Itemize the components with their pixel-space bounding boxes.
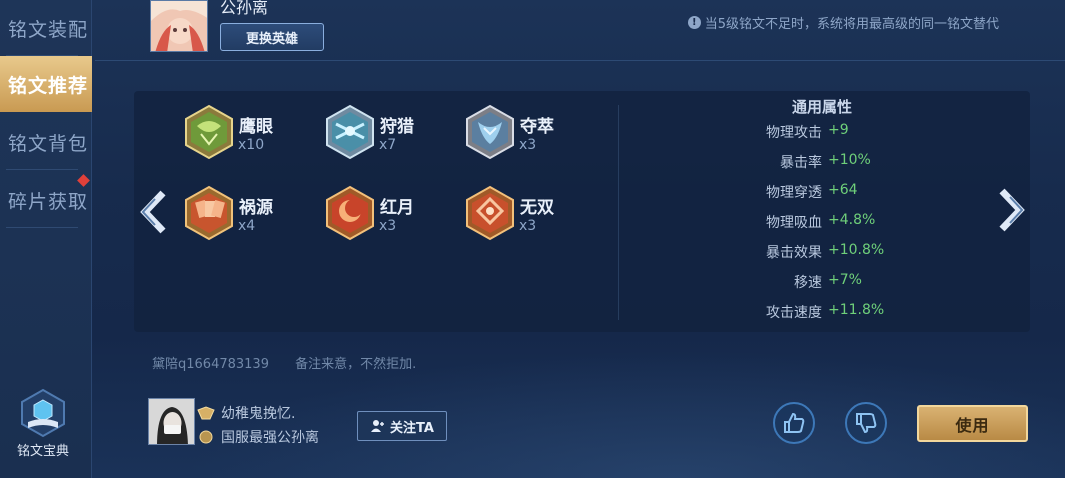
title-badge-icon	[199, 430, 213, 444]
divider	[95, 60, 1065, 61]
user-title: 国服最强公孙离	[221, 430, 319, 446]
hero-portrait[interactable]	[150, 0, 208, 52]
sidebar-item-rune-recommend[interactable]: 铭文推荐	[0, 56, 92, 112]
rune-count: x3	[379, 218, 397, 234]
attribute-label: 物理吸血	[766, 215, 822, 231]
sidebar-item-label: 铭文背包	[8, 132, 89, 155]
sidebar-item-label: 铭文装配	[8, 18, 89, 41]
sidebar-item-rune-equip[interactable]: 铭文装配	[0, 0, 92, 56]
rune-name: 红月	[380, 198, 414, 218]
hawk-eye-rune-icon	[185, 104, 233, 160]
change-hero-button[interactable]: 更换英雄	[220, 23, 324, 51]
codex-label: 铭文宝典	[16, 444, 69, 459]
rune-item[interactable]: 狩猎 x7	[324, 104, 474, 164]
attribute-label: 攻击速度	[766, 305, 822, 321]
notification-dot	[77, 174, 90, 187]
attribute-row: 物理攻击 +9	[700, 122, 1000, 142]
like-button[interactable]	[773, 402, 815, 444]
rune-count: x10	[238, 137, 265, 153]
arrow-left-icon[interactable]	[137, 189, 171, 235]
attribute-label: 移速	[794, 275, 822, 291]
rune-count: x3	[519, 218, 537, 234]
attribute-label: 暴击效果	[766, 245, 822, 261]
sidebar-item-rune-bag[interactable]: 铭文背包	[0, 114, 92, 170]
divider	[6, 227, 78, 228]
rune-count: x3	[519, 137, 537, 153]
rune-name: 鹰眼	[239, 117, 273, 137]
rune-count: x7	[379, 137, 397, 153]
rune-name: 狩猎	[380, 117, 414, 137]
rune-item[interactable]: 鹰眼 x10	[183, 104, 333, 164]
attribute-label: 物理穿透	[766, 185, 822, 201]
attribute-value: +9	[828, 122, 849, 138]
tip-message: ! 当5级铭文不足时，系统将用最高级的同一铭文替代	[687, 13, 999, 32]
sidebar-item-label: 碎片获取	[8, 190, 89, 213]
red-moon-rune-icon	[326, 185, 374, 241]
user-name: 幼稚鬼挽忆.	[221, 406, 296, 422]
thumbs-up-icon	[784, 412, 805, 433]
rune-item[interactable]: 红月 x3	[324, 185, 474, 245]
rune-name: 无双	[520, 198, 554, 218]
attribute-value: +10%	[828, 152, 871, 168]
rune-name: 祸源	[239, 198, 273, 218]
attribute-row: 暴击率 +10%	[700, 152, 1000, 172]
rune-item[interactable]: 无双 x3	[464, 185, 614, 245]
follow-button[interactable]: 关注TA	[357, 411, 447, 441]
book-icon	[21, 388, 65, 438]
hero-avatar-icon	[151, 1, 207, 51]
attribute-value: +11.8%	[828, 302, 885, 318]
divider	[618, 105, 619, 320]
user-title-row: 国服最强公孙离	[197, 427, 319, 447]
peerless-rune-icon	[466, 185, 514, 241]
dislike-button[interactable]	[845, 402, 887, 444]
use-button[interactable]: 使用	[917, 405, 1028, 442]
attribute-row: 暴击效果 +10.8%	[700, 242, 1000, 262]
seize-rune-icon	[466, 104, 514, 160]
rank-badge-icon	[197, 406, 215, 420]
add-user-icon	[371, 420, 385, 432]
hunt-rune-icon	[326, 104, 374, 160]
rune-name: 夺萃	[520, 117, 554, 137]
tip-text: 当5级铭文不足时，系统将用最高级的同一铭文替代	[704, 17, 999, 32]
rune-count: x4	[238, 218, 256, 234]
sidebar: 铭文装配 铭文推荐 铭文背包 碎片获取 铭文宝典	[0, 0, 92, 478]
rune-item[interactable]: 祸源 x4	[183, 185, 333, 245]
calamity-rune-icon	[185, 185, 233, 241]
rune-codex-button[interactable]: 铭文宝典	[8, 388, 78, 468]
divider	[6, 169, 78, 170]
sidebar-item-fragment-obtain[interactable]: 碎片获取	[0, 172, 92, 228]
attribute-value: +64	[828, 182, 858, 198]
author-note: 黛陪q1664783139 备注来意，不然拒加.	[152, 353, 416, 372]
attribute-row: 物理吸血 +4.8%	[700, 212, 1000, 232]
attribute-label: 物理攻击	[766, 125, 822, 141]
follow-label: 关注TA	[390, 420, 434, 436]
user-avatar-icon	[149, 399, 194, 444]
author-contact: 黛陪q1664783139	[152, 357, 269, 372]
sidebar-item-label: 铭文推荐	[8, 74, 89, 97]
hero-name: 公孙离	[220, 0, 269, 17]
attribute-row: 攻击速度 +11.8%	[700, 302, 1000, 322]
attribute-value: +4.8%	[828, 212, 876, 228]
attributes-title: 通用属性	[792, 98, 853, 116]
attribute-label: 暴击率	[780, 155, 822, 171]
attribute-row: 物理穿透 +64	[700, 182, 1000, 202]
attribute-row: 移速 +7%	[700, 272, 1000, 292]
thumbs-down-icon	[856, 413, 877, 434]
info-icon: !	[687, 16, 701, 29]
author-remark: 备注来意，不然拒加.	[295, 357, 417, 372]
rune-item[interactable]: 夺萃 x3	[464, 104, 614, 164]
avatar[interactable]	[148, 398, 195, 445]
attribute-value: +10.8%	[828, 242, 885, 258]
attribute-value: +7%	[828, 272, 862, 288]
user-name-row: 幼稚鬼挽忆.	[197, 403, 295, 423]
